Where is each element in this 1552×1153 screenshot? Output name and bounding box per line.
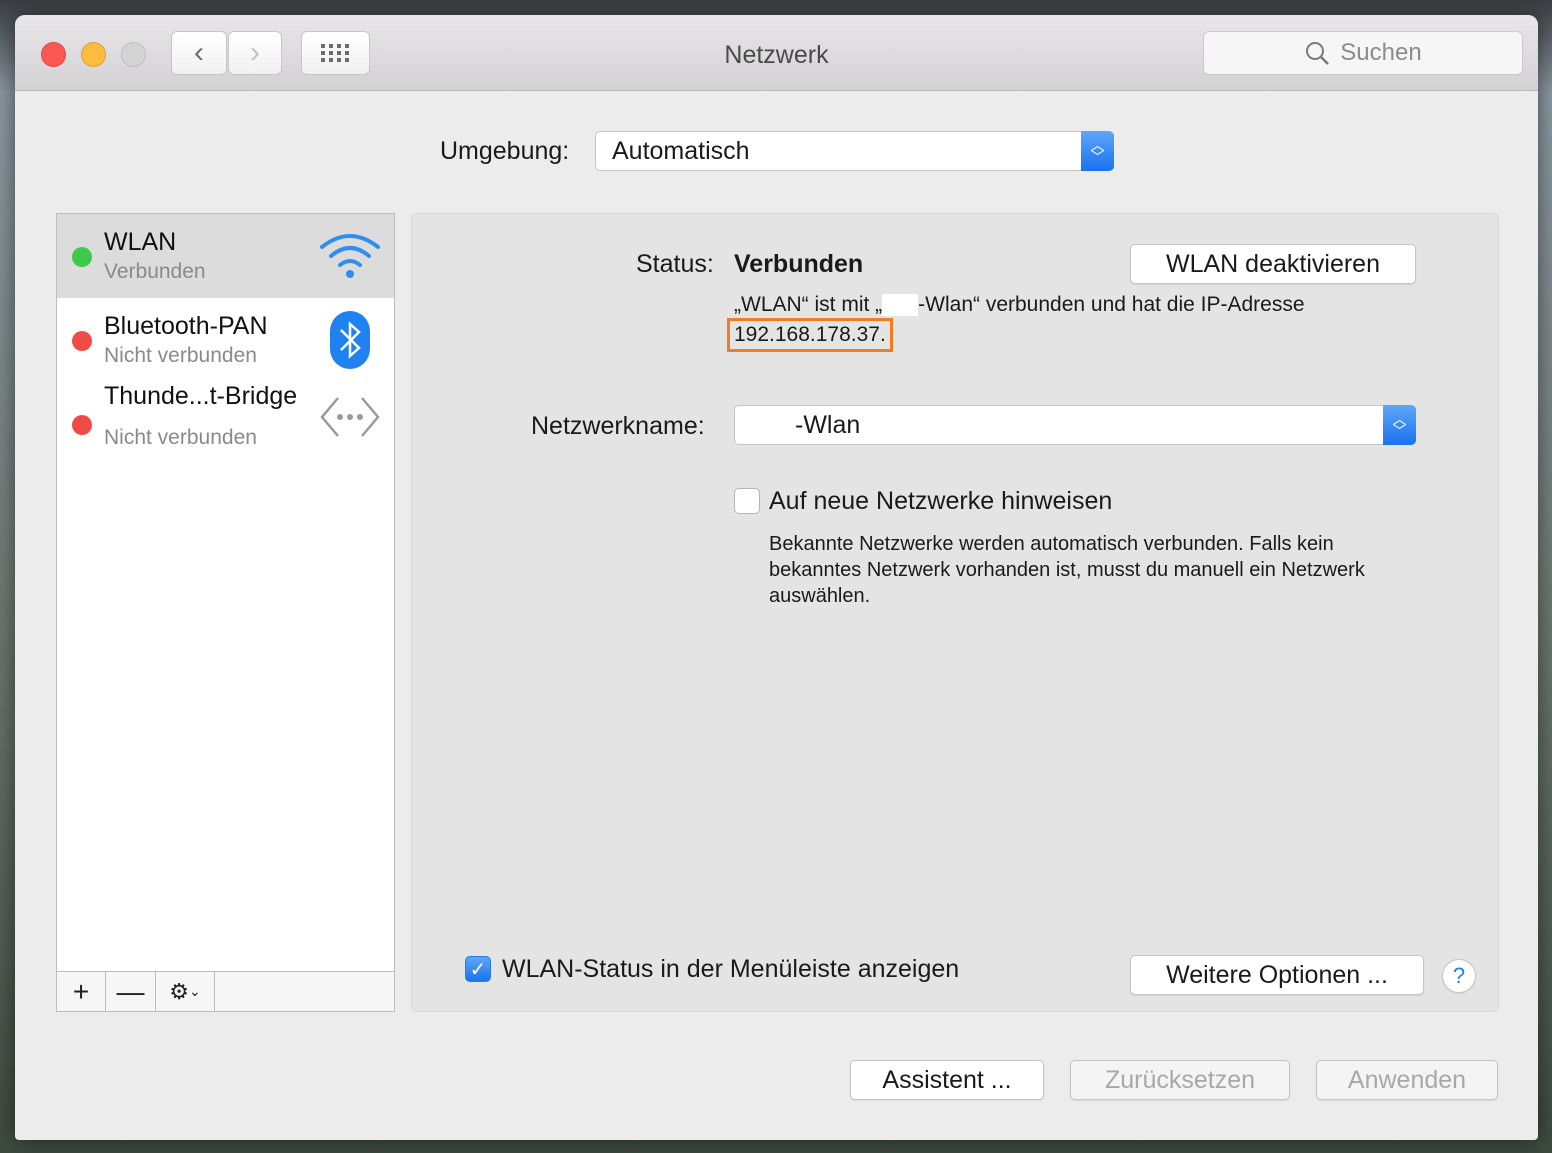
help-button[interactable]: ? xyxy=(1442,959,1476,993)
menubar-status-label: WLAN-Status in der Menüleiste anzeigen xyxy=(502,955,960,983)
service-name: Bluetooth-PAN xyxy=(104,312,268,340)
title-bar: ‹ › Netzwerk Suchen xyxy=(15,15,1538,91)
status-text-part: -Wlan“ verbunden und hat die IP-Adresse xyxy=(918,293,1305,316)
remove-service-button[interactable]: — xyxy=(106,972,156,1011)
ip-address: 192.168.178.37. xyxy=(727,318,893,352)
status-value: Verbunden xyxy=(734,250,864,278)
bluetooth-icon xyxy=(318,310,382,370)
revert-button[interactable]: Zurücksetzen xyxy=(1070,1060,1290,1100)
detail-panel: Status: Verbunden WLAN deaktivieren „WLA… xyxy=(411,213,1499,1012)
location-select[interactable]: Automatisch ︿ ﹀ xyxy=(595,131,1114,171)
search-icon xyxy=(1306,42,1330,65)
network-name-label: Netzwerkname: xyxy=(531,412,705,440)
ask-join-checkbox[interactable] xyxy=(734,488,760,514)
service-list-toolbar: + — ⚙ ⌄ xyxy=(57,971,394,1011)
add-service-button[interactable]: + xyxy=(57,972,106,1011)
service-name: Thunde...t-Bridge xyxy=(104,382,298,410)
apply-button[interactable]: Anwenden xyxy=(1316,1060,1498,1100)
chevron-down-icon: ⌄ xyxy=(189,983,201,999)
network-name-value: -Wlan xyxy=(795,410,861,439)
status-dot-green xyxy=(72,247,92,267)
wlan-toggle-button[interactable]: WLAN deaktivieren xyxy=(1130,244,1416,284)
wifi-icon xyxy=(318,226,382,286)
network-preferences-window: ‹ › Netzwerk Suchen Umgebung: Automatisc… xyxy=(15,15,1538,1140)
checkmark-icon: ✓ xyxy=(469,958,487,981)
service-item-bluetooth-pan[interactable]: Bluetooth-PAN Nicht verbunden xyxy=(57,298,394,382)
service-status: Nicht verbunden xyxy=(104,344,257,367)
assistant-button[interactable]: Assistent ... xyxy=(850,1060,1044,1100)
location-value: Automatisch xyxy=(612,136,750,165)
status-text-part: „WLAN“ ist mit „ xyxy=(734,293,883,316)
service-status: Verbunden xyxy=(104,260,206,283)
ask-join-help: Bekannte Netzwerke werden automatisch ve… xyxy=(769,533,1365,607)
status-dot-red xyxy=(72,415,92,435)
search-placeholder: Suchen xyxy=(1340,39,1422,66)
status-dot-red xyxy=(72,331,92,351)
service-name: WLAN xyxy=(104,228,177,256)
ask-join-label: Auf neue Netzwerke hinweisen xyxy=(769,487,1113,515)
service-item-wlan[interactable]: WLAN Verbunden xyxy=(57,214,394,298)
menubar-status-checkbox[interactable]: ✓ xyxy=(465,956,491,982)
status-description: „WLAN“ ist mit „ -Wlan“ verbunden und hat… xyxy=(734,292,1305,318)
location-label: Umgebung: xyxy=(440,137,570,165)
service-status: Nicht verbunden xyxy=(104,426,257,449)
thunderbolt-bridge-icon xyxy=(318,387,382,447)
search-field[interactable]: Suchen xyxy=(1203,31,1523,75)
action-menu-button[interactable]: ⚙ ⌄ xyxy=(156,972,215,1011)
network-name-select[interactable]: -Wlan ︿ ﹀ xyxy=(734,405,1416,445)
updown-chevron-icon: ︿ ﹀ xyxy=(1081,131,1114,171)
service-item-thunderbolt-bridge[interactable]: Thunde...t-Bridge Nicht verbunden xyxy=(57,382,394,466)
service-list: WLAN Verbunden Bluetooth-PAN Nicht verbu… xyxy=(56,213,395,1012)
redacted-block xyxy=(882,294,919,317)
gear-icon: ⚙ xyxy=(169,978,189,1004)
updown-chevron-icon: ︿ ﹀ xyxy=(1383,405,1416,445)
status-label: Status: xyxy=(636,250,714,278)
advanced-options-button[interactable]: Weitere Optionen ... xyxy=(1130,955,1424,995)
